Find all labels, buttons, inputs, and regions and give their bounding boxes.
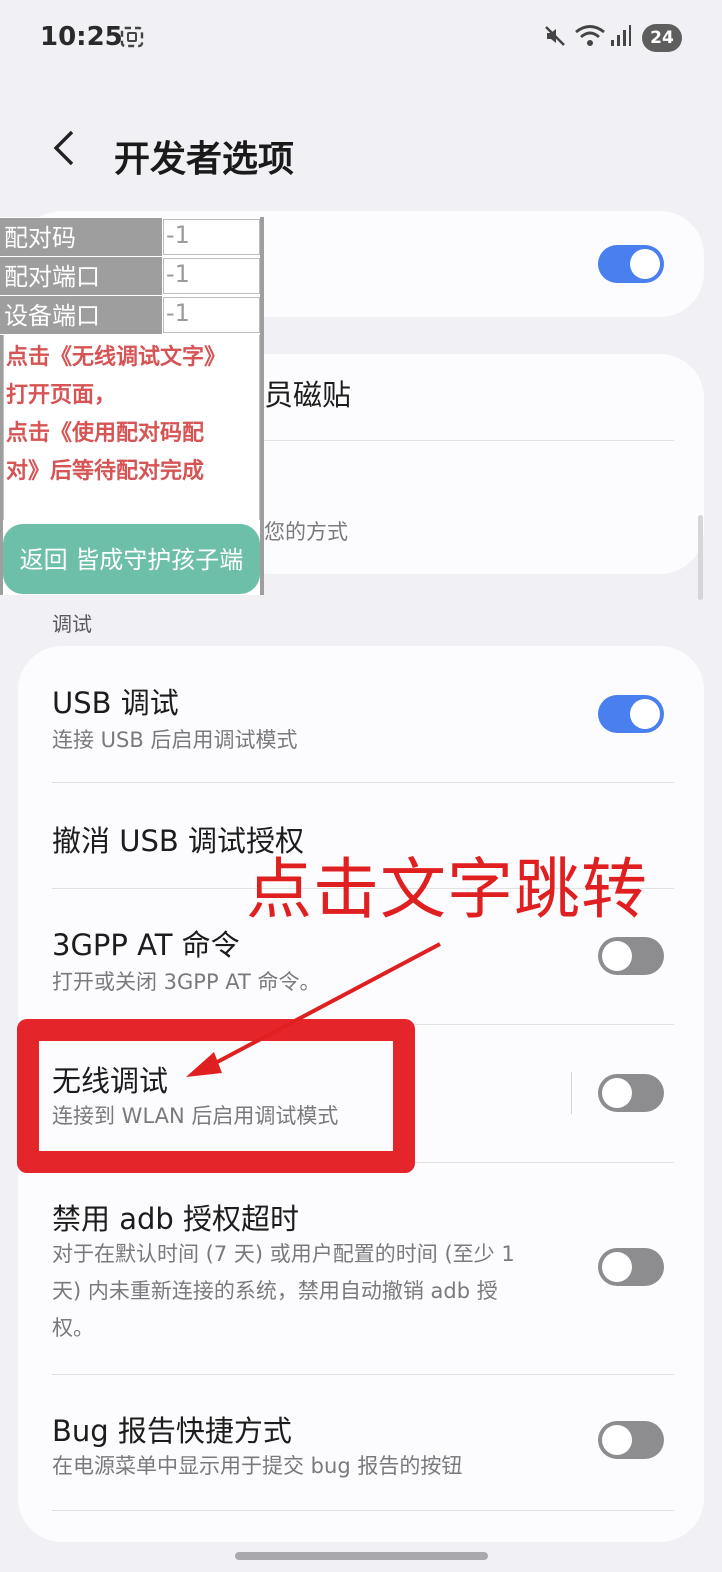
annotation-text: 点击文字跳转 bbox=[246, 851, 648, 928]
annotation-arrow-icon bbox=[186, 942, 441, 1077]
home-gesture-bar[interactable] bbox=[235, 1552, 488, 1560]
